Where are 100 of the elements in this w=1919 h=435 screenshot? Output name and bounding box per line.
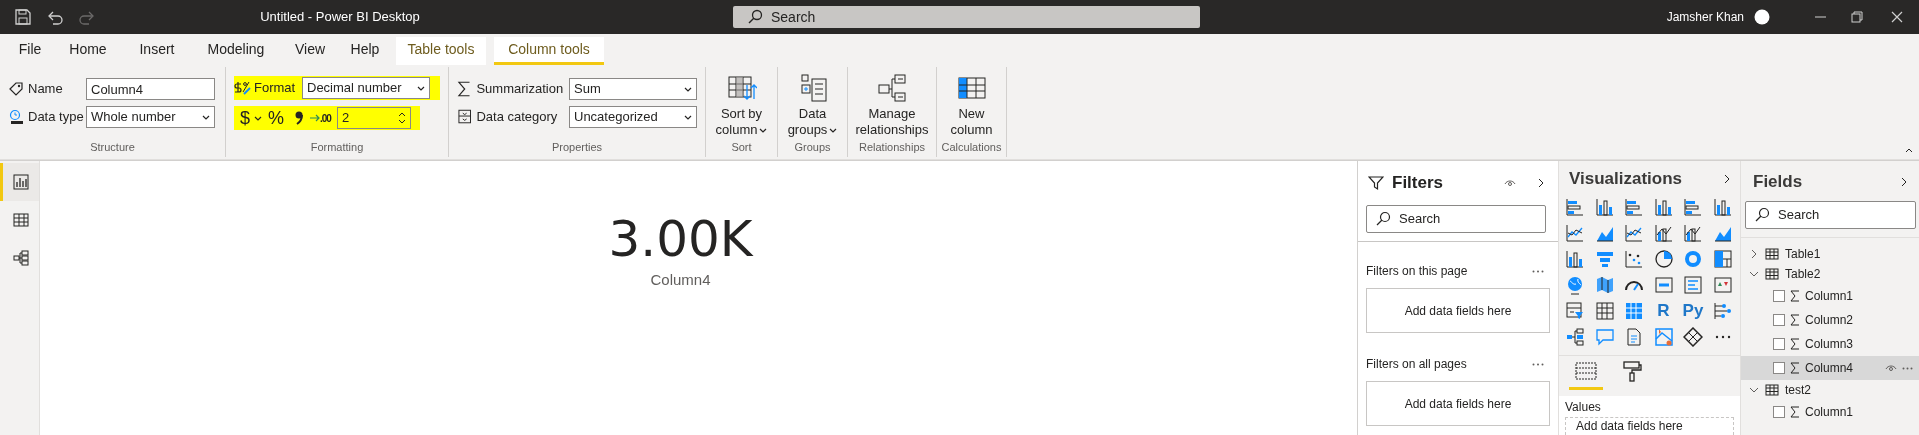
- group-label: Relationships: [857, 140, 926, 155]
- chevron-right-icon[interactable]: [1538, 178, 1544, 188]
- eye-icon[interactable]: [1504, 178, 1516, 188]
- group-label: Groups: [793, 140, 832, 155]
- card-icon[interactable]: [1653, 275, 1674, 295]
- donut-chart-icon[interactable]: [1683, 249, 1703, 269]
- field-label: Data category: [476, 108, 559, 127]
- bar-chart-icon[interactable]: [1565, 197, 1585, 217]
- checkbox[interactable]: [1773, 362, 1785, 374]
- fields-tab[interactable]: [1569, 360, 1603, 390]
- currency-button[interactable]: $: [240, 104, 250, 132]
- menu-tab[interactable]: Help: [338, 37, 392, 65]
- ribbon-button[interactable]: Sort by column: [706, 67, 777, 139]
- column-chart-icon[interactable]: [1653, 197, 1674, 217]
- ribbon-button[interactable]: New column: [937, 67, 1006, 139]
- tree-diagram-icon[interactable]: [1565, 327, 1585, 347]
- menu-tab[interactable]: Column tools: [494, 37, 604, 65]
- field-row[interactable]: Column4: [1741, 356, 1919, 380]
- drop-zone[interactable]: Add data fields here: [1366, 381, 1550, 426]
- menu-tab[interactable]: Insert: [124, 37, 190, 65]
- field-row[interactable]: Column2: [1741, 308, 1919, 332]
- chevron-down-icon[interactable]: [1749, 385, 1759, 395]
- data-type-dropdown[interactable]: Whole number: [86, 106, 215, 128]
- multi-row-card-icon[interactable]: [1683, 275, 1703, 295]
- drop-zone[interactable]: Add data fields here: [1366, 288, 1550, 333]
- save-icon[interactable]: [14, 8, 32, 26]
- line-chart-icon[interactable]: [1624, 223, 1644, 243]
- ribbon-button[interactable]: Manage relationships: [848, 67, 936, 139]
- table-row[interactable]: test2: [1741, 380, 1919, 400]
- matrix-icon[interactable]: [1624, 301, 1644, 321]
- scatter-chart-icon[interactable]: [1624, 249, 1644, 269]
- checkbox[interactable]: [1773, 314, 1785, 326]
- menu-tab[interactable]: Table tools: [396, 37, 486, 65]
- caret-icon: [417, 85, 425, 91]
- column-chart-icon[interactable]: [1594, 197, 1615, 217]
- menu-tab[interactable]: Modeling: [190, 37, 282, 65]
- pie-chart-icon[interactable]: [1653, 249, 1674, 269]
- combo-chart-icon[interactable]: [1683, 223, 1703, 243]
- name-input[interactable]: Column4: [86, 78, 215, 100]
- drop-zone[interactable]: Add data fields here: [1565, 417, 1734, 435]
- search-field[interactable]: Search: [1366, 205, 1546, 233]
- column-chart-icon[interactable]: [1565, 249, 1585, 269]
- comma-icon[interactable]: [294, 110, 305, 126]
- field-row[interactable]: Column1: [1741, 284, 1919, 308]
- speech-bubble-icon[interactable]: [1594, 327, 1615, 347]
- field-name: Column1: [1805, 288, 1855, 305]
- combo-chart-icon[interactable]: [1653, 223, 1674, 243]
- ribbon-button[interactable]: Data groups: [778, 67, 847, 139]
- checkbox[interactable]: [1773, 290, 1785, 302]
- sigma-icon: [1790, 314, 1800, 326]
- more-icon[interactable]: [1532, 269, 1544, 273]
- line-chart-icon[interactable]: [1565, 223, 1585, 243]
- table-icon[interactable]: [1594, 301, 1615, 321]
- column-chart-icon[interactable]: [1712, 197, 1733, 217]
- close-icon[interactable]: [1891, 11, 1903, 23]
- search-icon: [1754, 207, 1770, 223]
- chevron-down-icon[interactable]: [1749, 269, 1759, 279]
- avatar-icon[interactable]: [1754, 9, 1770, 25]
- fields-icon: [1575, 360, 1597, 382]
- chevron-right-icon[interactable]: [1724, 174, 1730, 184]
- menu-tab[interactable]: Home: [52, 37, 124, 65]
- kpi-icon[interactable]: [1712, 275, 1733, 295]
- search-field[interactable]: Search: [1745, 201, 1916, 229]
- slicer-icon[interactable]: [1565, 301, 1585, 321]
- checkbox[interactable]: [1773, 406, 1785, 418]
- well-label: Values: [1565, 400, 1602, 414]
- table-row[interactable]: Table1: [1741, 244, 1919, 264]
- diamond-icon[interactable]: [1683, 327, 1703, 347]
- decimal-places-spinner[interactable]: 2: [336, 107, 411, 129]
- field-row[interactable]: Column3: [1741, 332, 1919, 356]
- bar-chart-icon[interactable]: [1624, 197, 1644, 217]
- chevron-right-icon[interactable]: [1901, 177, 1907, 187]
- data-category-dropdown[interactable]: Uncategorized: [569, 106, 697, 128]
- menu-tab[interactable]: View: [282, 37, 338, 65]
- format-dropdown[interactable]: Decimal number: [302, 77, 430, 99]
- more-icon[interactable]: [1532, 362, 1544, 366]
- maximize-icon[interactable]: [1851, 11, 1863, 23]
- script-visual-button[interactable]: Py: [1682, 301, 1704, 321]
- field-row[interactable]: Column1: [1741, 400, 1919, 424]
- increase-decimal-button[interactable]: .00: [310, 110, 331, 126]
- collapse-ribbon-icon[interactable]: [1905, 147, 1913, 153]
- table-row[interactable]: Table2: [1741, 264, 1919, 284]
- map-icon[interactable]: [1594, 275, 1615, 295]
- user-name: Jamsher Khan: [1666, 9, 1744, 26]
- globe-icon[interactable]: [1565, 275, 1585, 295]
- search-icon: [747, 9, 763, 25]
- checkbox[interactable]: [1773, 338, 1785, 350]
- nav-button[interactable]: [0, 163, 39, 201]
- summarization-dropdown[interactable]: Sum: [569, 78, 697, 100]
- treemap-icon[interactable]: [1712, 249, 1733, 269]
- document-icon[interactable]: [1624, 327, 1644, 347]
- influencers-icon[interactable]: [1712, 301, 1733, 321]
- bar-chart-icon[interactable]: [1683, 197, 1703, 217]
- eye-icon[interactable]: [1885, 363, 1897, 373]
- percent-button[interactable]: %: [268, 104, 285, 132]
- menu-tab[interactable]: File: [8, 37, 52, 65]
- caret-icon[interactable]: [254, 115, 262, 121]
- search-field[interactable]: Search: [733, 6, 1200, 28]
- script-visual-button[interactable]: R: [1657, 301, 1670, 321]
- funnel-icon[interactable]: [1594, 249, 1615, 269]
